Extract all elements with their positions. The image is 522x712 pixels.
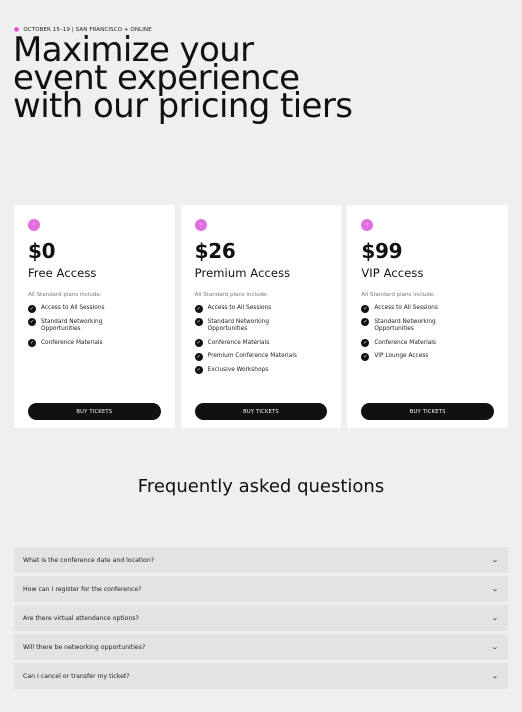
feature-item: ✓ Standard Networking Opportunities [194,318,270,332]
check-icon: ✓ [361,352,370,361]
tier-badge-icon: ◦ [194,219,207,231]
feature-list: ✓ Access to All Sessions ✓ Standard Networ… [28,304,161,347]
feature-list: ✓ Access to All Sessions ✓ Standard Networ… [194,304,328,374]
buy-tickets-button[interactable]: BUY TICKETS [28,403,161,420]
faq-question: What is the conference date and location… [23,556,155,564]
feature-item: ✓ Standard Networking Opportunities [28,318,103,332]
faq-question: Will there be networking opportunities? [23,643,146,651]
plans-note: All Standard plans include: [194,292,269,298]
check-icon: ✓ [28,318,36,326]
feature-item: ✓ Conference Materials [28,339,103,347]
plans-note: All Standard plans include: [361,292,435,298]
faq-title: Frequently asked questions [137,476,385,497]
faq-list: What is the conference date and location… [14,547,508,692]
faq-question: Can I cancel or transfer my ticket? [23,672,130,680]
tier-name: Free Access [28,266,97,280]
tier-badge-icon: ◦ [28,219,40,231]
check-icon: ✓ [194,366,203,374]
faq-item[interactable]: What is the conference date and location… [14,547,508,573]
tier-name: VIP Access [361,266,424,280]
page-title: Maximize your event experience with our … [13,30,353,126]
feature-item: ✓ VIP Lounge Access [361,352,429,361]
check-icon: ✓ [194,304,203,313]
price: $26 [194,239,236,263]
tier-badge-icon: ◦ [361,219,374,231]
chevron-down-icon: ⌄ [491,556,499,564]
plans-note: All Standard plans include: [28,292,102,298]
feature-list: ✓ Access to All Sessions ✓ Standard Networ… [361,304,494,361]
chevron-down-icon: ⌄ [491,672,499,680]
buy-tickets-button[interactable]: BUY TICKETS [194,403,328,420]
price: $99 [361,239,403,263]
check-icon: ✓ [28,304,36,313]
chevron-down-icon: ⌄ [491,614,499,622]
check-icon: ✓ [194,318,203,326]
feature-item: ✓ Access to All Sessions [28,304,105,313]
feature-item: ✓ Premium Conference Materials [194,352,297,361]
tier-name: Premium Access [194,266,291,280]
check-icon: ✓ [194,339,203,347]
price: $0 [28,239,56,263]
check-icon: ✓ [194,352,203,361]
feature-item: ✓ Exclusive Workshops [194,366,269,374]
faq-item[interactable]: Will there be networking opportunities? … [14,634,508,660]
faq-item[interactable]: Are there virtual attendance options? ⌄ [14,605,508,631]
pricing-card-free: ◦ $0 Free Access All Standard plans incl… [14,205,175,428]
feature-item: ✓ Standard Networking Opportunities [361,318,436,332]
faq-item[interactable]: Can I cancel or transfer my ticket? ⌄ [14,663,508,689]
faq-question: How can I register for the conference? [23,585,142,593]
check-icon: ✓ [28,339,36,347]
buy-tickets-button[interactable]: BUY TICKETS [361,403,495,420]
check-icon: ✓ [361,304,370,313]
check-icon: ✓ [361,318,370,326]
feature-item: ✓ Access to All Sessions [361,304,438,313]
feature-item: ✓ Conference Materials [194,339,270,347]
pricing-cards: ◦ $0 Free Access All Standard plans incl… [14,205,509,428]
chevron-down-icon: ⌄ [491,585,499,593]
feature-item: ✓ Conference Materials [361,339,436,347]
pricing-card-premium: ◦ $26 Premium Access All Standard plans … [180,205,342,428]
faq-item[interactable]: How can I register for the conference? ⌄ [14,576,508,602]
chevron-down-icon: ⌄ [491,643,499,651]
check-icon: ✓ [361,339,370,347]
faq-question: Are there virtual attendance options? [23,614,139,622]
pricing-card-vip: ◦ $99 VIP Access All Standard plans incl… [347,205,509,428]
feature-item: ✓ Access to All Sessions [194,304,272,313]
